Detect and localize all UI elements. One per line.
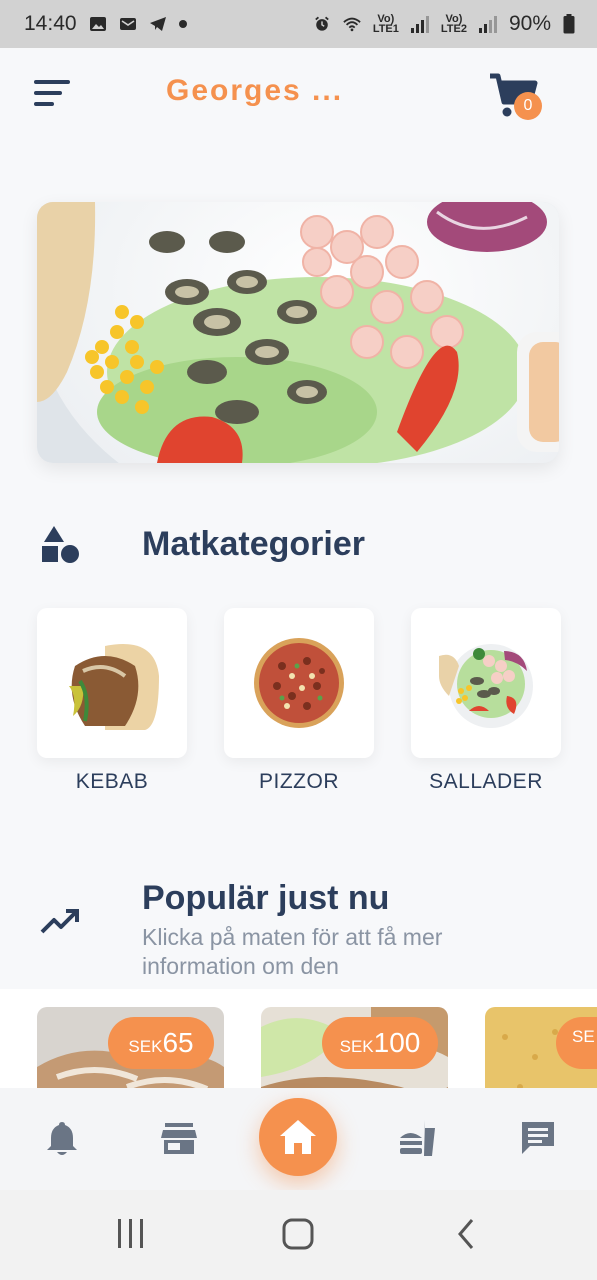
hero-banner-image[interactable]: [37, 202, 559, 463]
lte1-indicator: Vo) LTE1: [372, 13, 399, 35]
status-time: 14:40: [24, 12, 77, 35]
menu-button[interactable]: [34, 80, 70, 108]
popular-title: Populär just nu: [142, 879, 390, 917]
popular-item-card[interactable]: SEK 100: [261, 1007, 448, 1089]
price-badge: SEK 65: [108, 1017, 214, 1069]
price-badge: SEK 100: [322, 1017, 438, 1069]
category-label-kebab: KEBAB: [75, 770, 149, 793]
categories-title: Matkategorier: [142, 525, 365, 563]
signal1-icon: [410, 15, 429, 33]
status-bar: 14:40 Vo) LTE1 Vo) LTE2 90%: [0, 0, 597, 48]
pizza-image: [252, 636, 346, 730]
signal2-icon: [478, 15, 497, 33]
category-card-sallader[interactable]: [411, 608, 561, 758]
home-icon: [280, 1120, 316, 1154]
app-bar: Georges ... 0: [0, 48, 597, 148]
cart-badge: 0: [514, 92, 542, 120]
alarm-icon: [315, 16, 329, 31]
back-button[interactable]: [454, 1216, 478, 1252]
store-icon[interactable]: [159, 1118, 199, 1158]
home-system-button[interactable]: [281, 1216, 315, 1252]
battery-percent: 90%: [508, 12, 551, 35]
battery-icon: [563, 14, 575, 34]
salad-image: [439, 636, 533, 730]
wifi-icon: [343, 17, 361, 32]
recent-apps-button[interactable]: [116, 1216, 146, 1252]
kebab-image: [65, 636, 159, 730]
bell-icon[interactable]: [42, 1118, 82, 1158]
mail-icon: [119, 18, 136, 30]
status-left: 14:40: [24, 12, 187, 36]
bottom-navigation: [0, 1088, 597, 1190]
popular-subtitle-line1: Klicka på maten för att få mer: [142, 924, 443, 950]
lte2-indicator: Vo) LTE2: [440, 13, 467, 35]
chat-icon[interactable]: [518, 1118, 558, 1158]
trending-up-icon: [40, 909, 79, 934]
status-right: Vo) LTE1 Vo) LTE2 90%: [313, 12, 575, 36]
category-card-kebab[interactable]: [37, 608, 187, 758]
popular-subtitle-line2: information om den: [142, 953, 339, 979]
popular-items-strip[interactable]: SEK 65 SEK 100 SE: [0, 989, 597, 1089]
home-button[interactable]: [259, 1098, 337, 1176]
system-navigation-bar: [0, 1190, 597, 1280]
cart-button[interactable]: 0: [488, 70, 544, 120]
category-card-pizzor[interactable]: [224, 608, 374, 758]
restaurant-title: Georges ...: [166, 74, 344, 107]
notification-dot-icon: [178, 20, 187, 28]
fastfood-icon[interactable]: [397, 1118, 437, 1158]
popular-item-card[interactable]: SE: [485, 1007, 597, 1089]
category-label-sallader: SALLADER: [429, 770, 543, 793]
category-label-pizzor: PIZZOR: [259, 770, 339, 793]
gallery-icon: [89, 17, 106, 31]
category-shapes-icon: [42, 526, 79, 563]
popular-item-card[interactable]: SEK 65: [37, 1007, 224, 1089]
telegram-icon: [149, 17, 166, 31]
